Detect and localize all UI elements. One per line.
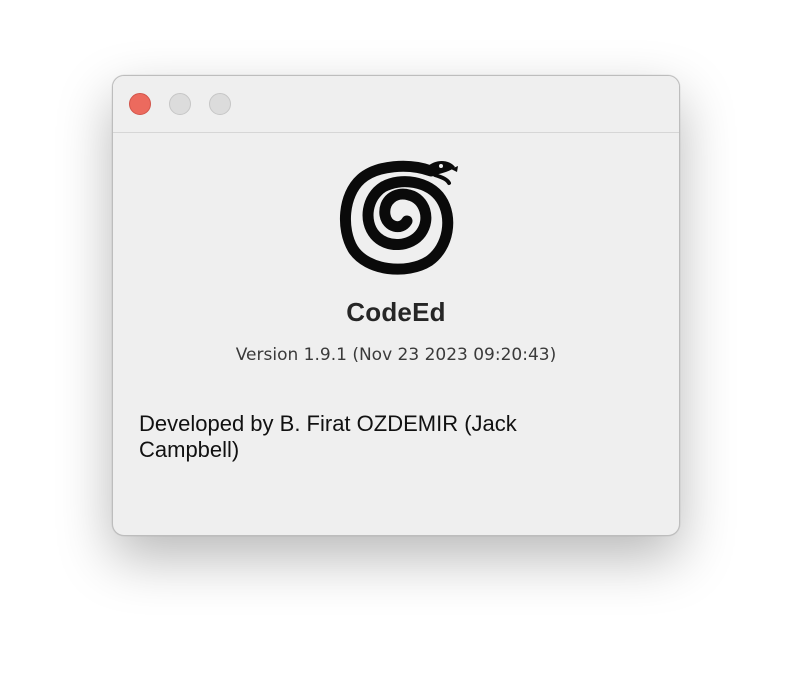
about-content: CodeEd Version 1.9.1 (Nov 23 2023 09:20:… bbox=[113, 133, 679, 535]
zoom-button[interactable] bbox=[209, 93, 231, 115]
title-bar[interactable] bbox=[113, 76, 679, 133]
close-button[interactable] bbox=[129, 93, 151, 115]
desktop: CodeEd Version 1.9.1 (Nov 23 2023 09:20:… bbox=[0, 0, 792, 684]
about-window: CodeEd Version 1.9.1 (Nov 23 2023 09:20:… bbox=[112, 75, 680, 536]
credits-text: Developed by B. Firat OZDEMIR (Jack Camp… bbox=[139, 411, 517, 462]
app-name: CodeEd bbox=[346, 297, 446, 327]
spiral-snake-icon bbox=[339, 160, 458, 275]
version-label: Version 1.9.1 (Nov 23 2023 09:20:43) bbox=[235, 345, 557, 365]
minimize-button[interactable] bbox=[169, 93, 191, 115]
